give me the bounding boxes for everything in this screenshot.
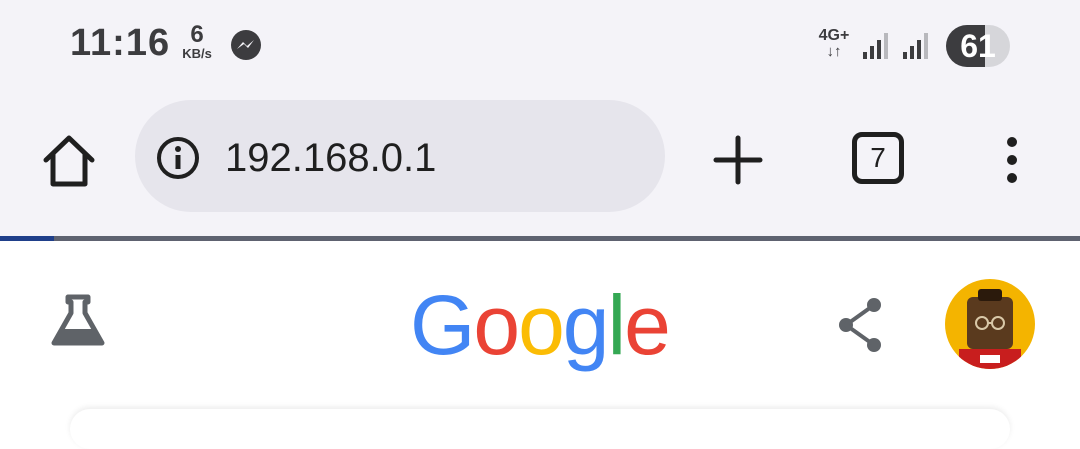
status-bar: 11:16 6 KB/s 4G+ ↓↑ 61 (0, 0, 1080, 90)
status-time: 11:16 (70, 22, 171, 64)
network-activity-arrows: ↓↑ (826, 43, 842, 60)
address-bar[interactable]: 192.168.0.1 (135, 100, 665, 212)
signal-icon (863, 33, 888, 59)
network-speed-unit: KB/s (182, 46, 212, 61)
search-box-edge[interactable] (70, 409, 1010, 449)
signal-icon (903, 33, 928, 59)
labs-flask-icon[interactable] (50, 293, 106, 349)
tab-switcher-button[interactable]: 7 (852, 132, 904, 184)
more-vert-icon[interactable] (992, 130, 1032, 190)
avatar[interactable] (945, 279, 1035, 369)
browser-chrome: 11:16 6 KB/s 4G+ ↓↑ 61 192.168.0.1 7 (0, 0, 1080, 236)
battery-level: 61 (960, 28, 996, 64)
browser-toolbar: 192.168.0.1 7 (0, 90, 1080, 236)
google-logo-letter: o (518, 278, 565, 372)
google-logo-letter: l (607, 278, 627, 372)
share-icon[interactable] (836, 297, 886, 353)
info-icon[interactable] (155, 135, 201, 181)
network-speed-value: 6 (190, 21, 204, 48)
messenger-icon (231, 30, 261, 60)
network-speed: 6 KB/s (176, 21, 218, 62)
plus-icon[interactable] (708, 130, 768, 190)
network-type: 4G+ ↓↑ (816, 28, 852, 60)
avatar-image (959, 289, 1021, 369)
network-type-label: 4G+ (818, 27, 850, 44)
google-logo-letter: e (624, 278, 671, 372)
google-page-header: Google (0, 241, 1080, 449)
url-text[interactable]: 192.168.0.1 (225, 136, 436, 181)
google-logo-letter: g (562, 278, 610, 372)
google-logo-letter: o (473, 278, 520, 372)
google-logo: Google (410, 277, 671, 374)
home-icon[interactable] (38, 130, 100, 192)
battery-indicator: 61 (946, 25, 1010, 67)
google-logo-letter: G (410, 278, 475, 372)
